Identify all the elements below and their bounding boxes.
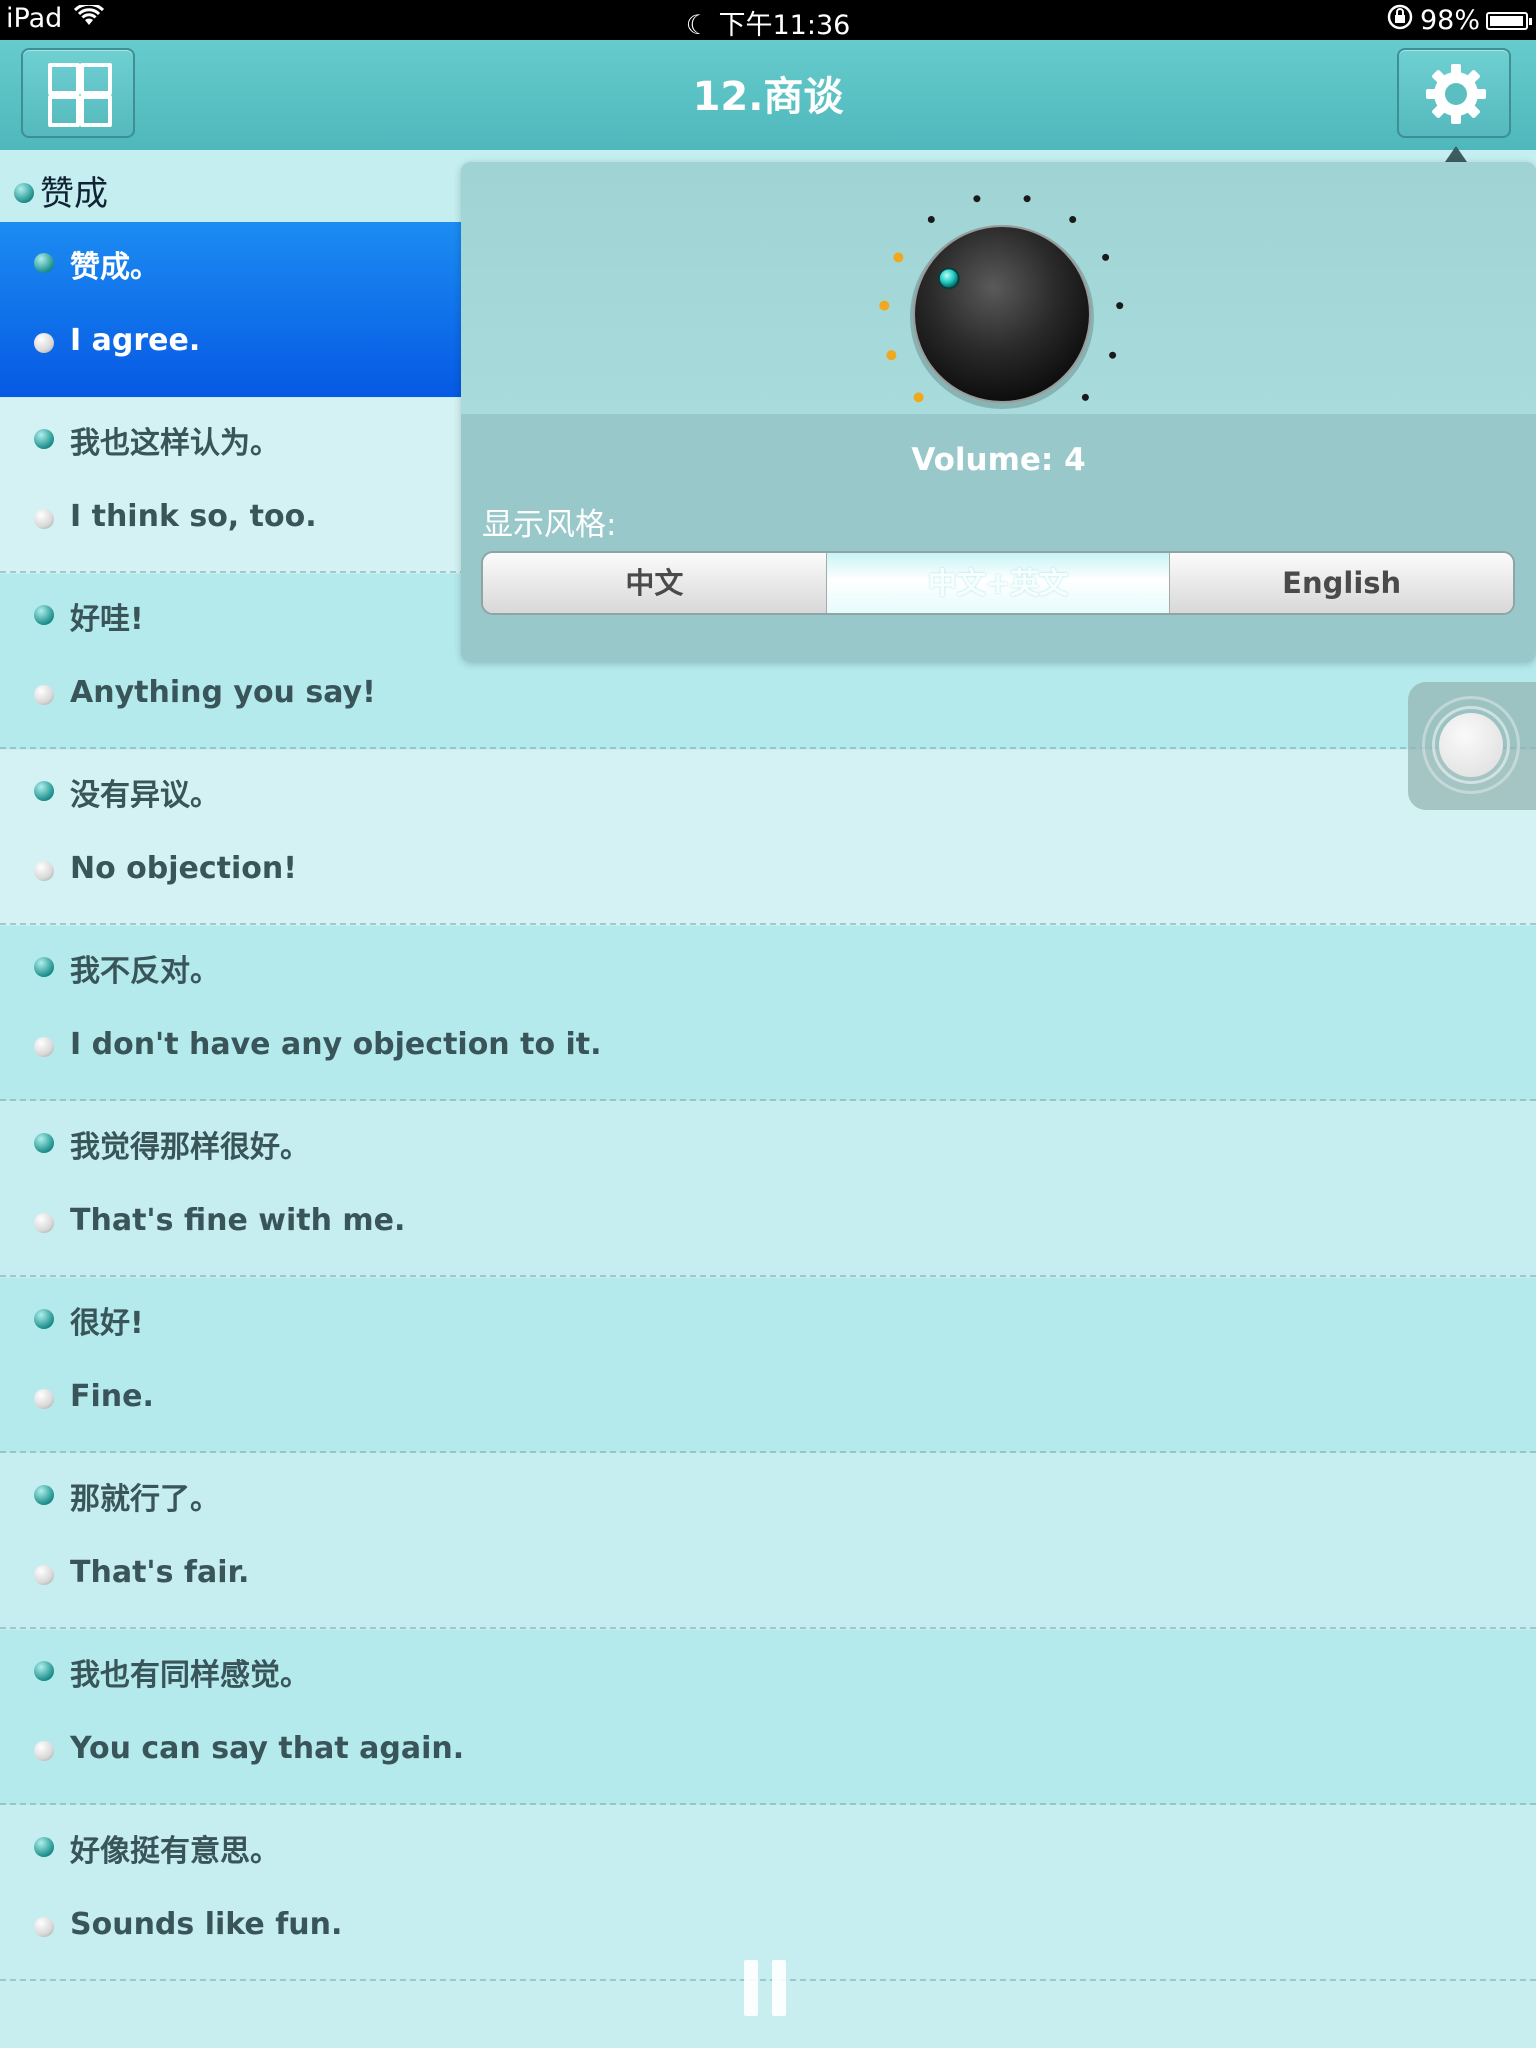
english-bullet-icon xyxy=(34,1741,54,1761)
chinese-bullet-icon xyxy=(34,1837,54,1857)
status-bar: iPad ☾ 下午11:36 98% xyxy=(0,0,1536,41)
chinese-text: 我不反对。 xyxy=(70,954,220,989)
volume-dot-lit xyxy=(913,392,924,403)
english-text: No objection! xyxy=(70,851,297,886)
chinese-text: 我也有同样感觉。 xyxy=(70,1658,310,1693)
volume-dot xyxy=(973,195,981,203)
settings-popover: Volume: 4 显示风格: 中文 中文+英文 English xyxy=(461,162,1536,662)
chinese-text: 好哇! xyxy=(70,602,144,637)
segment-option[interactable]: 中文+英文 xyxy=(826,553,1171,613)
pause-icon xyxy=(744,1960,758,2016)
english-text: I agree. xyxy=(70,323,201,358)
list-item[interactable]: 好像挺有意思。 Sounds like fun. xyxy=(0,1806,1536,1981)
chinese-bullet-icon xyxy=(34,1661,54,1681)
bullet-icon xyxy=(14,183,34,203)
chinese-bullet-icon xyxy=(34,957,54,977)
popover-arrow xyxy=(1445,146,1467,162)
chinese-text: 没有异议。 xyxy=(70,778,220,813)
english-bullet-icon xyxy=(34,1917,54,1937)
chinese-text: 那就行了。 xyxy=(70,1482,220,1517)
list-item[interactable]: 我觉得那样很好。 That's fine with me. xyxy=(0,1102,1536,1277)
volume-dot xyxy=(1081,393,1089,401)
list-item[interactable]: 没有异议。 No objection! xyxy=(0,750,1536,925)
english-bullet-icon xyxy=(34,1389,54,1409)
english-text: Sounds like fun. xyxy=(70,1907,343,1942)
chinese-text: 很好! xyxy=(70,1306,144,1341)
english-text: That's fair. xyxy=(70,1555,250,1590)
volume-dot xyxy=(1109,351,1117,359)
gear-icon xyxy=(1426,64,1486,124)
chinese-bullet-icon xyxy=(34,605,54,625)
volume-dot-lit xyxy=(886,350,897,361)
english-bullet-icon xyxy=(34,685,54,705)
english-text: That's fine with me. xyxy=(70,1203,406,1238)
chinese-text: 赞成。 xyxy=(70,250,160,285)
english-text: I think so, too. xyxy=(70,499,317,534)
english-text: I don't have any objection to it. xyxy=(70,1027,602,1062)
moon-icon: ☾ xyxy=(685,10,710,41)
english-bullet-icon xyxy=(34,1037,54,1057)
volume-dot-lit xyxy=(879,300,890,311)
display-style-label: 显示风格: xyxy=(482,507,617,543)
volume-dot xyxy=(927,216,935,223)
list-item[interactable]: 那就行了。 That's fair. xyxy=(0,1454,1536,1629)
segment-option[interactable]: English xyxy=(1170,553,1513,613)
chinese-bullet-icon xyxy=(34,253,54,273)
assistive-touch-button[interactable] xyxy=(1408,682,1536,810)
volume-label: Volume: 4 xyxy=(911,442,1086,478)
battery-icon xyxy=(1486,11,1532,30)
chinese-bullet-icon xyxy=(34,1133,54,1153)
english-text: Anything you say! xyxy=(70,675,376,710)
chinese-bullet-icon xyxy=(34,781,54,801)
english-bullet-icon xyxy=(34,1565,54,1585)
chinese-text: 我觉得那样很好。 xyxy=(70,1130,310,1165)
english-text: You can say that again. xyxy=(70,1731,465,1766)
english-bullet-icon xyxy=(34,1213,54,1233)
knob-indicator-icon xyxy=(937,267,960,290)
volume-knob[interactable] xyxy=(872,182,1132,422)
display-style-segmented-control[interactable]: 中文 中文+英文 English xyxy=(481,551,1515,615)
chinese-text: 我也这样认为。 xyxy=(70,426,280,461)
volume-dot xyxy=(1102,253,1110,261)
volume-dot xyxy=(1023,195,1031,203)
english-bullet-icon xyxy=(34,333,54,353)
nav-bar: 12.商谈 xyxy=(0,40,1536,150)
list-item[interactable]: 很好! Fine. xyxy=(0,1278,1536,1453)
volume-dot xyxy=(1069,216,1077,223)
section-title: 赞成 xyxy=(40,174,108,214)
pause-button[interactable] xyxy=(744,1960,788,2016)
battery-percent: 98% xyxy=(1419,5,1480,36)
volume-dot-lit xyxy=(893,252,904,263)
list-item[interactable]: 我不反对。 I don't have any objection to it. xyxy=(0,926,1536,1101)
chinese-bullet-icon xyxy=(34,429,54,449)
segment-option[interactable]: 中文 xyxy=(483,553,827,613)
english-text: Fine. xyxy=(70,1379,154,1414)
english-bullet-icon xyxy=(34,509,54,529)
page-title: 12.商谈 xyxy=(692,74,844,120)
chinese-bullet-icon xyxy=(34,1485,54,1505)
list-item[interactable]: 我也有同样感觉。 You can say that again. xyxy=(0,1630,1536,1805)
chinese-text: 好像挺有意思。 xyxy=(70,1834,280,1869)
english-bullet-icon xyxy=(34,861,54,881)
settings-button[interactable] xyxy=(1397,48,1511,138)
rotation-lock-icon xyxy=(1386,3,1414,38)
chinese-bullet-icon xyxy=(34,1309,54,1329)
volume-dot xyxy=(1116,302,1124,310)
clock-time: 下午11:36 xyxy=(718,10,851,41)
